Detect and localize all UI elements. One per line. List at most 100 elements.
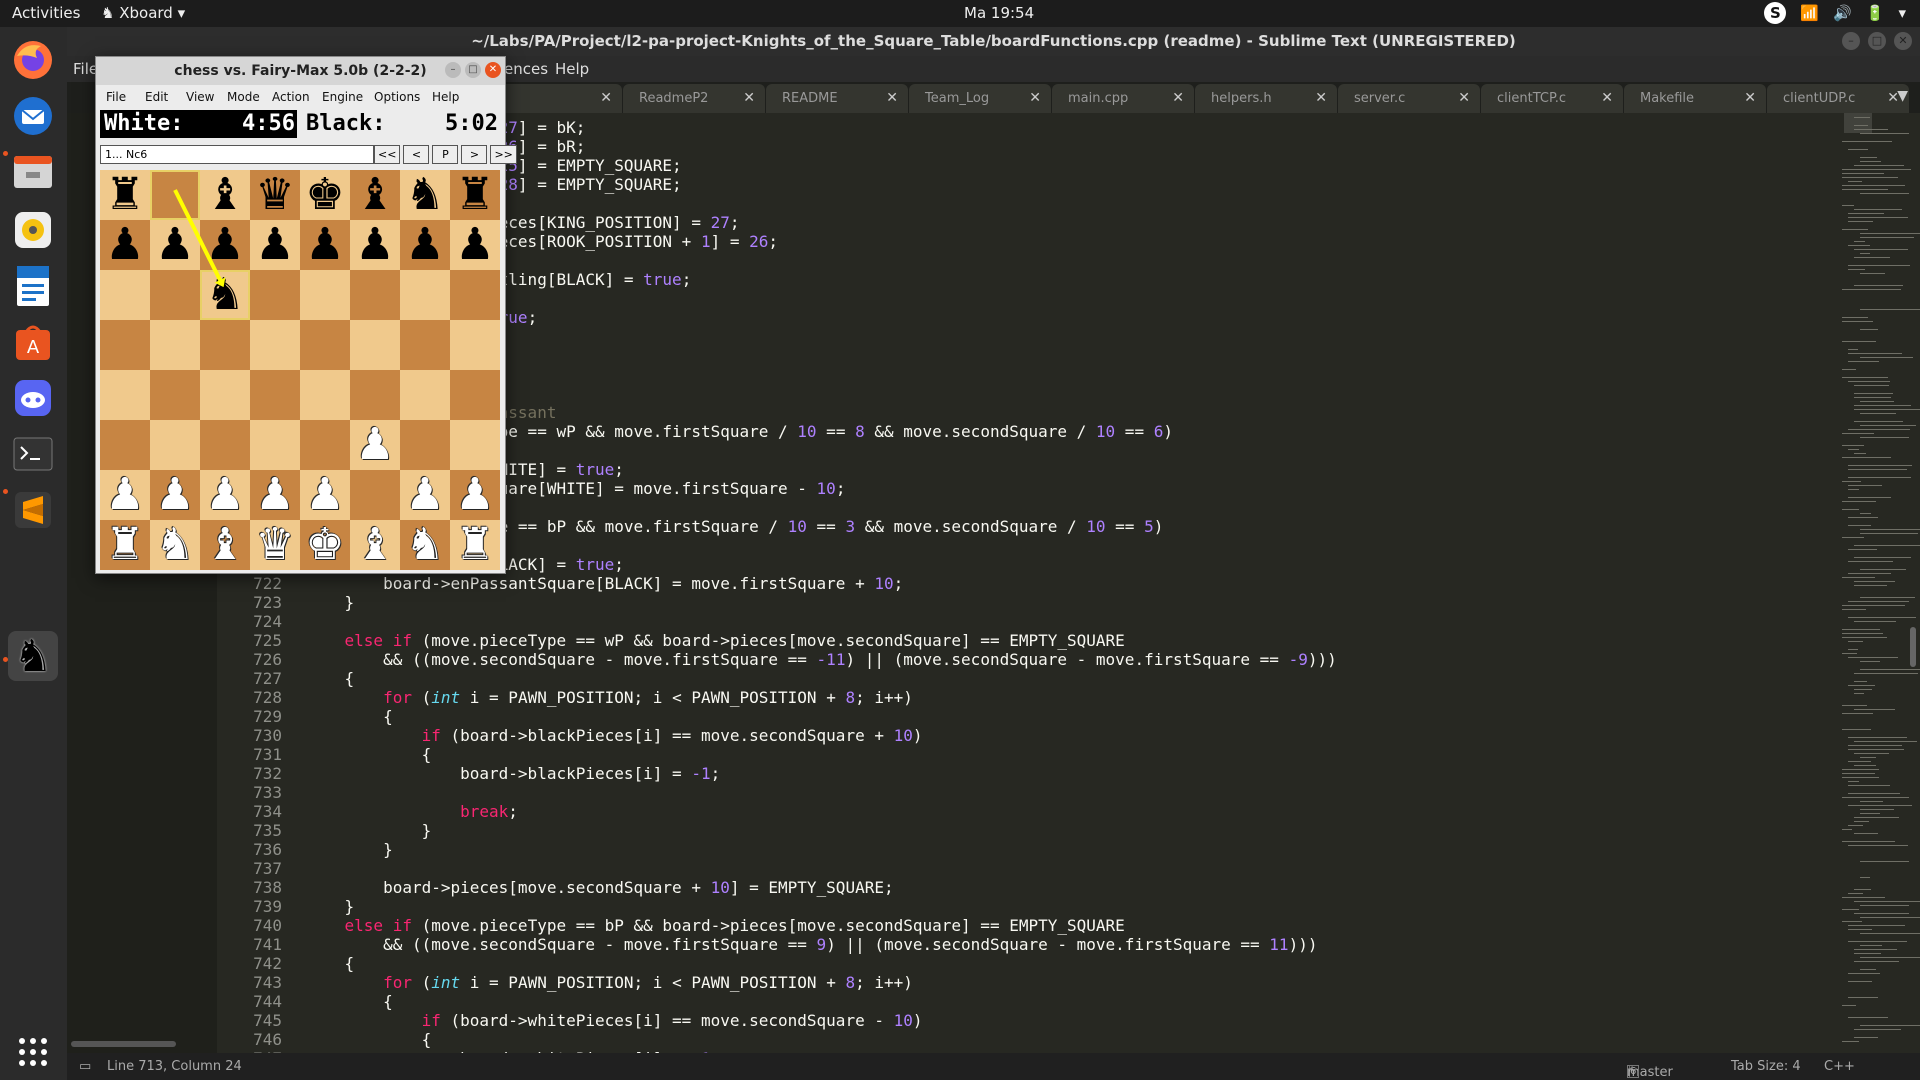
white-rook-icon[interactable]: ♜ [100,520,150,570]
nav-pause-button[interactable]: P [432,145,459,164]
discord-icon[interactable] [8,373,58,423]
close-tab-icon[interactable]: ✕ [1172,90,1184,106]
xb-menu-engine[interactable]: Engine [322,90,363,104]
white-pawn-icon[interactable]: ♟ [400,470,450,520]
tab[interactable]: server.c ✕ [1338,84,1480,113]
close-tab-icon[interactable]: ✕ [1315,90,1327,106]
tab[interactable]: ReadmeP2 ✕ [623,84,765,113]
maximize-icon[interactable]: □ [465,62,481,78]
black-pawn-icon[interactable]: ♟ [250,220,300,270]
panel-toggle-icon[interactable]: ▭ [79,1059,91,1074]
firefox-icon[interactable] [8,35,58,85]
board-square[interactable]: ♝ [200,520,250,570]
board-square[interactable] [250,370,300,420]
board-square[interactable]: ♞ [400,520,450,570]
system-tray[interactable]: S 📶 🔊 🔋 ▾ [1764,2,1906,24]
app-grid-icon[interactable] [8,1027,58,1077]
board-square[interactable]: ♝ [350,520,400,570]
tab[interactable]: clientTCP.c ✕ [1481,84,1623,113]
black-bishop-icon[interactable]: ♝ [350,170,400,220]
chess-board[interactable]: ♜ ♝ ♛ ♚ ♝ ♞ ♜ ♟ ♟ ♟ ♟ ♟ ♟ ♟ ♟ ♞ ♟ ♟ ♟ ♟ ♟ ♟ ♟ ♟ ♜ ♞ ♝ ♛ ♚ ♝ ♞ ♜ [100,170,500,570]
tab[interactable]: Makefile ✕ [1624,84,1766,113]
sublime-icon[interactable] [8,485,58,535]
board-square[interactable] [400,320,450,370]
close-tab-icon[interactable]: ✕ [1744,90,1756,106]
black-pawn-icon[interactable]: ♟ [100,220,150,270]
board-square[interactable] [150,370,200,420]
nav-last-button[interactable]: >> [490,145,517,164]
board-square[interactable]: ♟ [450,220,500,270]
white-queen-icon[interactable]: ♛ [250,520,300,570]
app-menu[interactable]: ♞ Xboard ▾ [101,4,185,22]
black-king-icon[interactable]: ♚ [300,170,350,220]
skype-icon[interactable]: S [1764,2,1787,24]
menu-help[interactable]: Help [555,60,589,78]
board-square[interactable] [150,420,200,470]
board-square[interactable] [200,320,250,370]
white-pawn-icon[interactable]: ♟ [100,470,150,520]
board-square[interactable] [450,420,500,470]
activities-button[interactable]: Activities [12,4,80,22]
white-pawn-icon[interactable]: ♟ [250,470,300,520]
board-square[interactable]: ♟ [100,220,150,270]
black-rook-icon[interactable]: ♜ [450,170,500,220]
white-pawn-icon[interactable]: ♟ [350,420,400,470]
board-square[interactable]: ♜ [450,170,500,220]
close-tab-icon[interactable]: ✕ [1029,90,1041,106]
black-pawn-icon[interactable]: ♟ [350,220,400,270]
white-pawn-icon[interactable]: ♟ [150,470,200,520]
terminal-icon[interactable] [8,429,58,479]
board-square[interactable]: ♟ [150,470,200,520]
board-square[interactable]: ♟ [100,470,150,520]
xboard-knight-icon[interactable]: ♞ [8,631,58,682]
close-tab-icon[interactable]: ✕ [743,90,755,106]
xb-menu-file[interactable]: File [106,90,126,104]
board-square[interactable]: ♟ [200,470,250,520]
board-square[interactable] [250,420,300,470]
board-square[interactable]: ♟ [250,470,300,520]
white-pawn-icon[interactable]: ♟ [450,470,500,520]
volume-icon[interactable]: 🔊 [1833,4,1852,22]
chevron-down-icon[interactable]: ▾ [1898,4,1906,22]
board-square[interactable]: ♟ [300,470,350,520]
syntax-mode[interactable]: C++ [1824,1059,1855,1074]
board-square[interactable] [150,320,200,370]
writer-icon[interactable] [8,261,58,311]
clock[interactable]: Ma 19:54 [964,4,1034,22]
battery-icon[interactable]: 🔋 [1866,4,1885,22]
board-square[interactable]: ♚ [300,520,350,570]
menu-preferences[interactable]: ences [504,60,548,78]
last-move-field[interactable]: 1... Nc6 [100,145,374,164]
board-square[interactable]: ♞ [200,270,250,320]
white-bishop-icon[interactable]: ♝ [350,520,400,570]
black-pawn-icon[interactable]: ♟ [450,220,500,270]
minimap-viewport[interactable] [1844,113,1872,133]
white-king-icon[interactable]: ♚ [300,520,350,570]
black-pawn-icon[interactable]: ♟ [200,220,250,270]
white-knight-icon[interactable]: ♞ [150,520,200,570]
xb-menu-action[interactable]: Action [272,90,310,104]
xb-menu-help[interactable]: Help [432,90,459,104]
board-square[interactable] [300,320,350,370]
board-square[interactable]: ♚ [300,170,350,220]
editor-scrollbar[interactable] [1910,627,1916,667]
board-square[interactable] [400,270,450,320]
board-square[interactable]: ♝ [350,170,400,220]
board-square[interactable]: ♟ [250,220,300,270]
black-knight-icon[interactable]: ♞ [200,270,250,320]
board-square[interactable] [350,370,400,420]
board-square[interactable]: ♟ [300,220,350,270]
software-icon[interactable]: A [8,317,58,367]
board-square[interactable] [350,320,400,370]
board-square[interactable] [250,320,300,370]
thunderbird-icon[interactable] [8,91,58,141]
board-square[interactable]: ♟ [450,470,500,520]
rhythmbox-icon[interactable] [8,205,58,255]
tab[interactable]: Team_Log ✕ [909,84,1051,113]
board-square[interactable] [450,370,500,420]
board-square[interactable]: ♜ [450,520,500,570]
board-square[interactable]: ♜ [100,520,150,570]
board-square[interactable] [350,270,400,320]
close-tab-icon[interactable]: ✕ [886,90,898,106]
tab[interactable]: README ✕ [766,84,908,113]
